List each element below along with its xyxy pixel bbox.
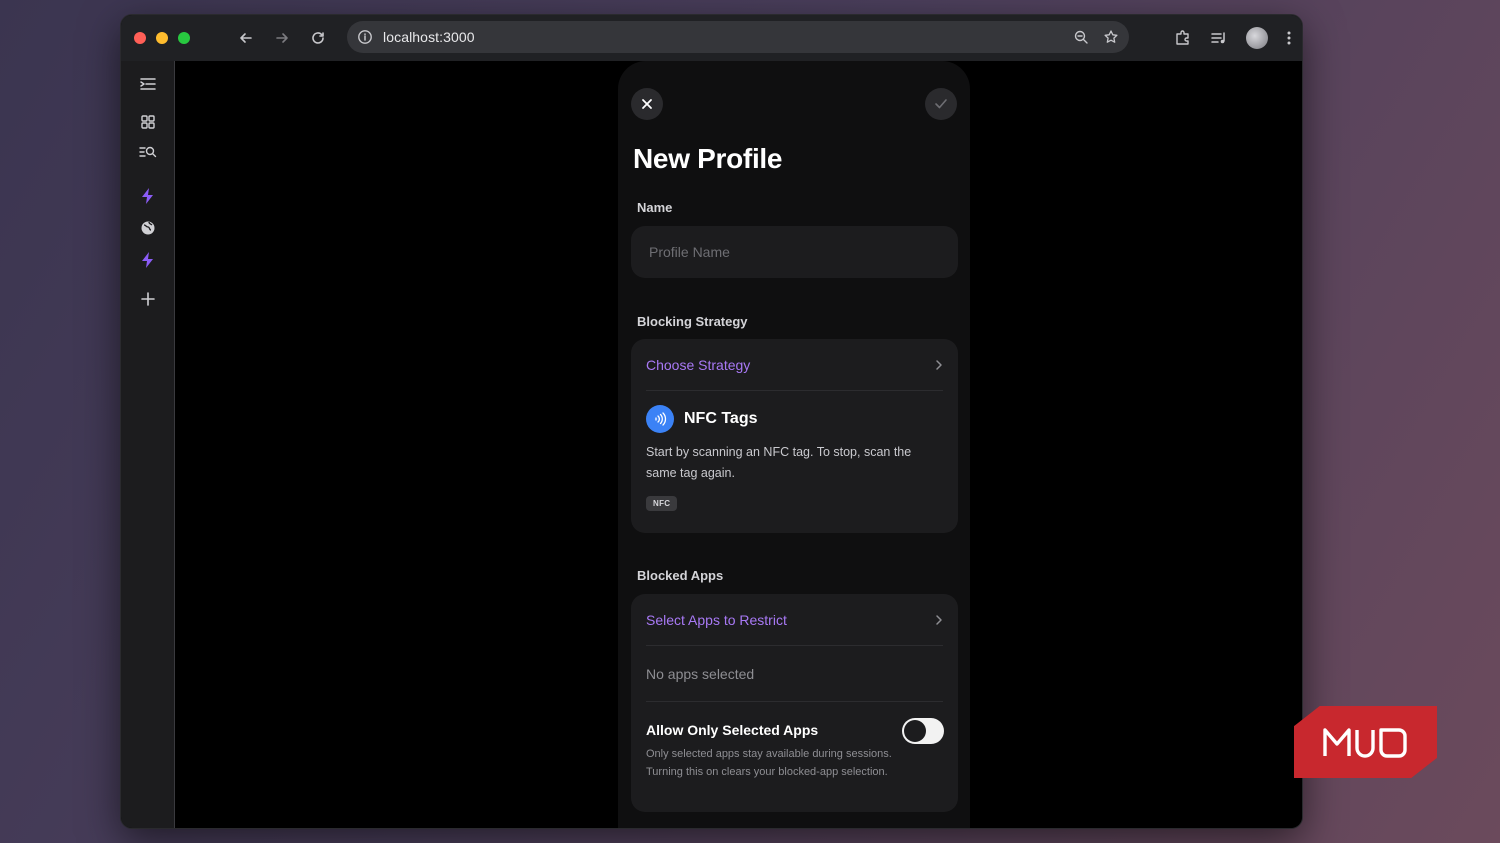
browser-titlebar: localhost:3000 <box>121 15 1302 61</box>
window-controls <box>134 32 190 44</box>
no-apps-text: No apps selected <box>646 665 755 682</box>
muo-watermark-logo <box>1294 706 1437 778</box>
reload-button[interactable] <box>304 24 332 52</box>
profile-name-input[interactable] <box>649 244 958 260</box>
more-menu-icon[interactable] <box>1286 29 1292 47</box>
search-list-icon <box>139 146 157 158</box>
sidebar-item-focus[interactable] <box>136 184 160 208</box>
globe-icon <box>141 221 155 235</box>
chevron-right-icon <box>936 359 942 370</box>
choose-strategy-row[interactable]: Choose Strategy <box>646 339 943 391</box>
forward-button[interactable] <box>268 24 296 52</box>
strategy-description: Start by scanning an NFC tag. To stop, s… <box>646 445 912 480</box>
sidebar-add-button[interactable] <box>136 287 160 311</box>
sidebar-item-search[interactable] <box>136 140 160 164</box>
close-icon <box>642 99 652 109</box>
blocking-strategy-label: Blocking Strategy <box>637 314 748 329</box>
strategy-badge: NFC <box>646 496 678 511</box>
minimize-window-button[interactable] <box>156 32 168 44</box>
no-apps-row: No apps selected <box>646 646 943 702</box>
site-info-icon[interactable] <box>357 29 373 45</box>
blocked-apps-card: Select Apps to Restrict No apps selected… <box>631 594 958 812</box>
sidebar-item-apps[interactable] <box>136 110 160 134</box>
browser-toolbar <box>1174 23 1292 53</box>
app-sidebar <box>121 61 175 828</box>
new-profile-sheet: New Profile Name Blocking Strategy Choos… <box>618 61 970 828</box>
sidebar-toggle-button[interactable] <box>136 72 160 96</box>
select-apps-row[interactable]: Select Apps to Restrict <box>646 594 943 646</box>
close-window-button[interactable] <box>134 32 146 44</box>
sidebar-item-focus-active[interactable] <box>136 248 160 272</box>
url-text[interactable]: localhost:3000 <box>383 29 475 45</box>
checkmark-icon <box>935 99 947 109</box>
page-content: New Profile Name Blocking Strategy Choos… <box>176 61 1302 828</box>
browser-window: localhost:3000 New Profile Name Profile … <box>120 14 1303 829</box>
nfc-wave-icon <box>646 405 674 433</box>
address-bar-actions <box>1073 21 1119 53</box>
allow-only-toggle[interactable] <box>902 718 944 744</box>
arrow-left-icon <box>240 33 252 43</box>
arrow-right-icon <box>276 33 288 43</box>
profile-avatar[interactable] <box>1246 27 1268 49</box>
strategy-card: Choose Strategy NFC Tags Start by scanni… <box>631 339 958 533</box>
extensions-icon[interactable] <box>1174 29 1192 47</box>
zoom-icon[interactable] <box>1073 29 1089 45</box>
grid-icon <box>141 115 155 129</box>
blocked-apps-label: Blocked Apps <box>637 568 724 583</box>
bookmark-star-icon[interactable] <box>1103 29 1119 45</box>
back-button[interactable] <box>232 24 260 52</box>
allow-only-description: Only selected apps stay available during… <box>646 748 892 778</box>
lightning-bolt-icon <box>142 252 153 268</box>
name-label: Name <box>637 200 673 215</box>
collapse-menu-icon <box>140 78 156 90</box>
address-bar[interactable]: localhost:3000 <box>347 21 1129 53</box>
muo-logo-icon <box>1322 728 1407 758</box>
allow-only-title: Allow Only Selected Apps <box>646 722 819 738</box>
maximize-window-button[interactable] <box>178 32 190 44</box>
select-apps-link[interactable]: Select Apps to Restrict <box>646 612 787 628</box>
reload-icon <box>312 32 324 44</box>
close-button[interactable] <box>631 88 663 120</box>
nav-buttons <box>232 24 332 52</box>
choose-strategy-link[interactable]: Choose Strategy <box>646 357 750 373</box>
chevron-right-icon <box>936 614 942 625</box>
confirm-button[interactable] <box>925 88 957 120</box>
strategy-title: NFC Tags <box>684 410 758 427</box>
page-title: New Profile <box>633 143 783 174</box>
media-control-icon[interactable] <box>1210 29 1228 47</box>
plus-icon <box>141 292 155 306</box>
toggle-knob <box>904 720 926 742</box>
strategy-header: NFC Tags <box>646 405 757 433</box>
lightning-bolt-icon <box>142 188 153 204</box>
sidebar-item-web[interactable] <box>136 216 160 240</box>
name-field-container[interactable] <box>631 226 958 278</box>
